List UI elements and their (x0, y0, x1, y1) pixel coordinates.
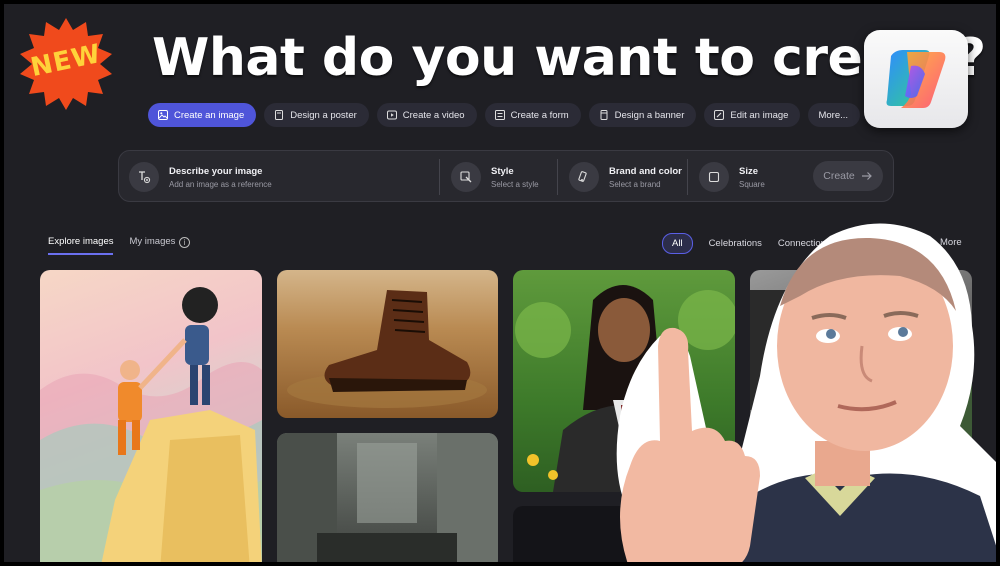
presenter-illustration (616, 223, 996, 562)
edit-image-icon (714, 110, 725, 120)
edit-image-button[interactable]: Edit an image (704, 103, 801, 127)
image-icon (158, 110, 168, 120)
style-subtitle: Select a style (491, 179, 539, 189)
copilot-logo (864, 30, 968, 128)
more-actions-label: More... (818, 109, 849, 121)
describe-image-field[interactable]: Describe your image Add an image as a re… (129, 151, 272, 203)
describe-title: Describe your image (169, 165, 263, 177)
style-title: Style (491, 165, 514, 177)
divider (439, 159, 440, 195)
style-selector[interactable]: Style Select a style (451, 151, 539, 203)
new-badge: NEW (18, 16, 114, 112)
arrow-right-icon (861, 172, 872, 180)
info-icon[interactable]: i (179, 237, 190, 248)
design-poster-button[interactable]: Design a poster (264, 103, 369, 127)
size-selector[interactable]: Size Square (699, 151, 765, 203)
create-button[interactable]: Create (813, 161, 883, 191)
form-icon (494, 110, 505, 120)
tab-my-images[interactable]: My images (129, 236, 175, 255)
text-image-icon (129, 162, 159, 192)
edit-image-label: Edit an image (730, 109, 789, 121)
brand-title: Brand and color (609, 165, 682, 177)
design-poster-label: Design a poster (290, 109, 357, 121)
square-icon (699, 162, 729, 192)
prompt-bar: Describe your image Add an image as a re… (118, 150, 894, 202)
brand-icon (569, 162, 599, 192)
create-form-label: Create a form (510, 109, 569, 121)
more-actions-button[interactable]: More... (808, 103, 861, 127)
banner-icon (600, 110, 608, 120)
quick-actions-bar: Create an image Design a poster Create a… (148, 103, 861, 127)
app-window: Create an image Design a poster Create a… (0, 0, 1000, 566)
create-video-label: Create a video (402, 109, 465, 121)
divider (557, 159, 558, 195)
divider (687, 159, 688, 195)
copilot-logo-icon (886, 50, 946, 108)
gallery-image-boot[interactable] (277, 270, 498, 418)
gallery-image-street[interactable] (277, 433, 498, 562)
climbers-illustration (40, 287, 262, 562)
size-title: Size (739, 165, 759, 177)
brand-subtitle: Select a brand (609, 179, 661, 189)
tab-explore-images[interactable]: Explore images (48, 236, 114, 255)
boot-illustration (287, 290, 487, 408)
style-icon (451, 162, 481, 192)
poster-icon (275, 110, 284, 120)
describe-subtitle: Add an image as a reference (169, 179, 272, 189)
gallery-tabs: Explore images My images (48, 236, 175, 255)
create-video-button[interactable]: Create a video (376, 103, 477, 127)
gallery-image-climbers[interactable] (40, 270, 262, 562)
size-subtitle: Square (739, 179, 765, 189)
street-illustration (277, 433, 498, 562)
create-image-label: Create an image (174, 109, 245, 121)
create-form-button[interactable]: Create a form (484, 103, 581, 127)
create-image-button[interactable]: Create an image (148, 103, 257, 127)
design-banner-label: Design a banner (614, 109, 685, 121)
presenter-photo (600, 216, 996, 562)
design-banner-button[interactable]: Design a banner (588, 103, 697, 127)
brand-color-selector[interactable]: Brand and color Select a brand (569, 151, 682, 203)
create-button-label: Create (823, 170, 855, 182)
video-icon (386, 110, 397, 120)
headline: What do you want to create? (152, 28, 986, 88)
